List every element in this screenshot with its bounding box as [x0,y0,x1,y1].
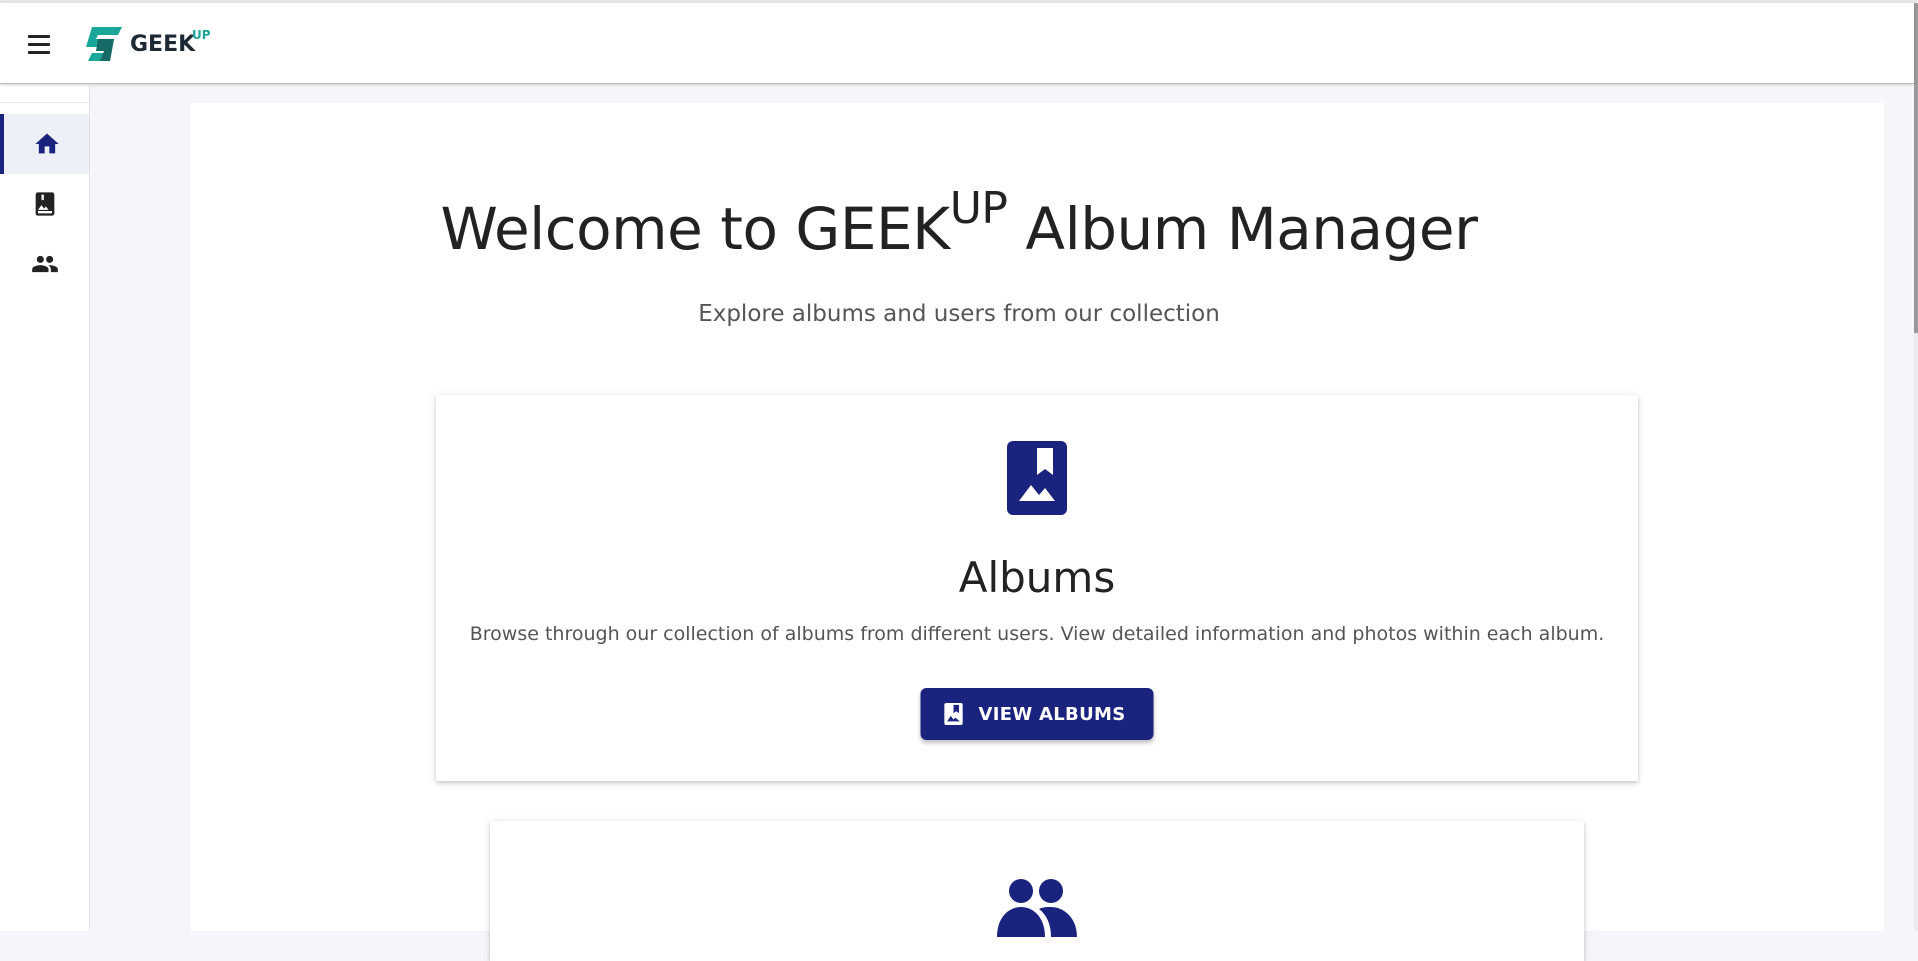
page-subtitle: Explore albums and users from our collec… [698,301,1220,327]
albums-card: Albums Browse through our collection of … [436,395,1638,781]
view-albums-button-label: VIEW ALBUMS [978,703,1126,725]
users-icon [997,879,1077,937]
scrollbar-thumb[interactable] [1914,3,1918,333]
title-superscript: UP [949,182,1008,234]
title-prefix: Welcome to GEEK [440,195,951,263]
page-scrollbar[interactable] [1914,3,1918,931]
view-albums-button[interactable]: VIEW ALBUMS [920,688,1154,740]
albums-card-description: Browse through our collection of albums … [469,623,1605,645]
users-card [490,821,1584,961]
albums-card-title: Albums [958,553,1116,602]
album-icon [1007,441,1067,515]
geekup-logo[interactable]: GEEK UP [84,25,214,65]
page-title: Welcome to GEEKUP Album Manager [0,186,1918,263]
logo-superscript: UP [192,28,211,42]
album-icon [944,703,963,725]
logo-mark-icon [86,27,122,61]
sidebar-divider [0,102,89,103]
title-suffix: Album Manager [1007,195,1478,263]
sidebar-item-home[interactable] [0,114,89,174]
home-icon [34,133,59,154]
logo-text: GEEK [130,32,196,57]
menu-icon[interactable] [24,31,56,59]
app-header: GEEK UP [0,3,1914,84]
